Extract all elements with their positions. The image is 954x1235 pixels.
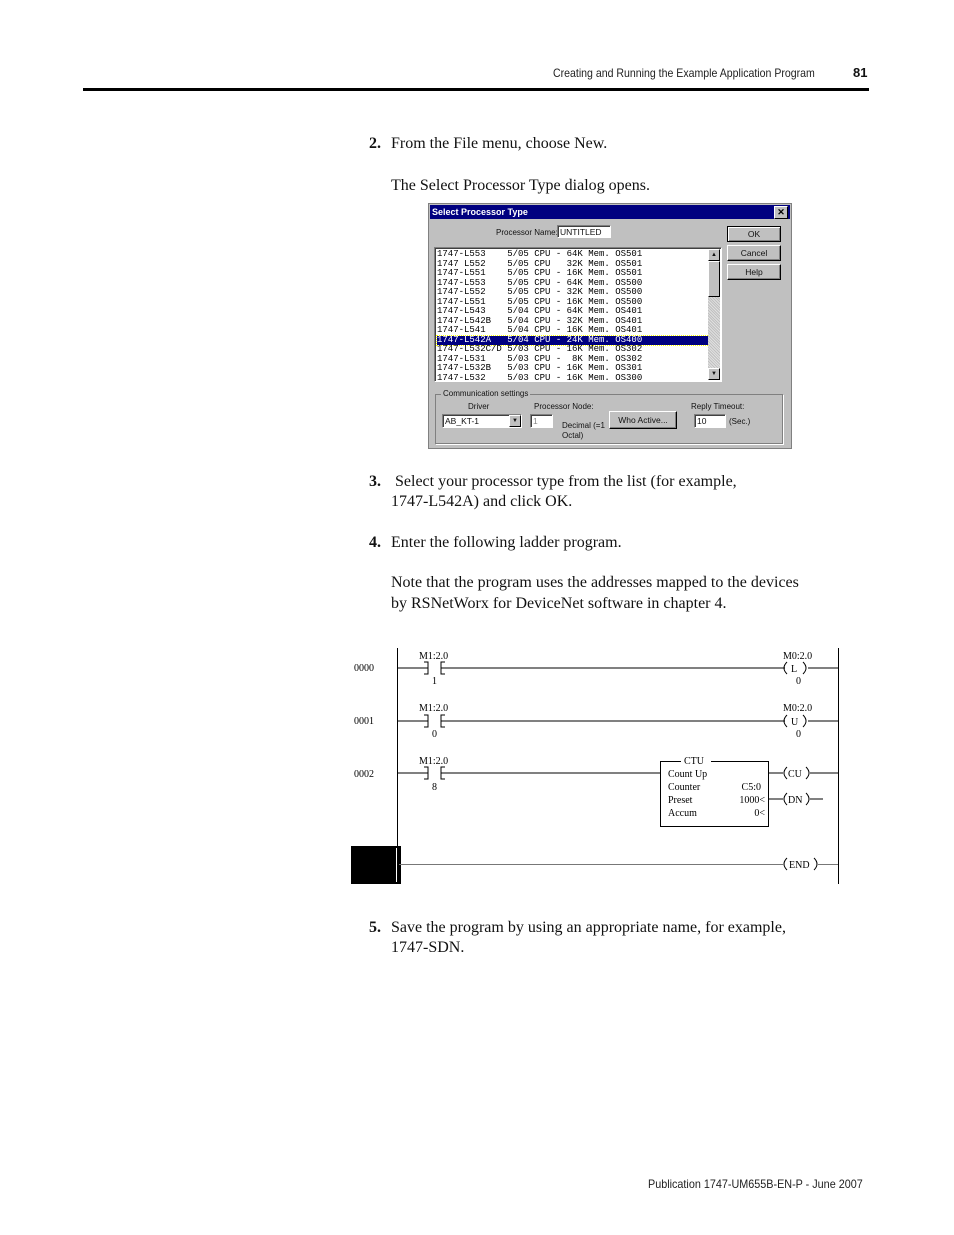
step-2-note: The Select Processor Type dialog opens. <box>391 177 650 194</box>
header-rule <box>83 88 869 91</box>
step-number: 3. <box>369 473 381 490</box>
coil-type: L <box>791 664 797 675</box>
rung-cursor-block <box>351 846 401 884</box>
dn-left-paren <box>783 792 788 806</box>
coil-left-paren <box>783 714 788 728</box>
step-number: 4. <box>369 534 381 551</box>
counter-label: Counter <box>668 782 701 793</box>
cu-left-paren <box>783 766 788 780</box>
ladder-diagram: 0000 M1:2.0 1 M0:2.0 L 0 0001 M1:2.0 0 M… <box>340 640 860 890</box>
rung-0001[interactable]: 0001 M1:2.0 0 M0:2.0 U 0 <box>354 703 838 740</box>
page-number: 81 <box>853 65 868 80</box>
step-2: 2. From the File menu, choose New. <box>369 134 607 154</box>
processor-node-label: Processor Node: <box>534 402 594 411</box>
preset-value: 1000< <box>739 795 765 806</box>
step-4-note-line-2: by RSNetWorx for DeviceNet software in c… <box>391 595 727 612</box>
rung-number: 0002 <box>354 769 374 780</box>
dn-right-paren <box>805 792 810 806</box>
end-label: END <box>789 860 810 871</box>
comm-group-label: Communication settings <box>441 389 531 398</box>
rung-0000[interactable]: 0000 M1:2.0 1 M0:2.0 L 0 <box>354 651 838 687</box>
accum-value: 0< <box>754 808 765 819</box>
timeout-unit: (Sec.) <box>729 417 751 426</box>
coil-right-paren <box>802 661 807 675</box>
driver-value: AB_KT-1 <box>445 416 480 426</box>
coil-type: U <box>791 717 799 728</box>
step-5-line-2: 1747-SDN. <box>391 939 465 956</box>
list-scrollbar[interactable]: ▲ ▼ <box>708 249 720 380</box>
contact-address: M1:2.0 <box>419 703 448 714</box>
dialog-title: Select Processor Type <box>432 207 528 217</box>
step-number: 2. <box>369 135 381 152</box>
running-header-title: Creating and Running the Example Applica… <box>553 66 815 80</box>
rung-number: 0001 <box>354 716 374 727</box>
select-processor-type-dialog: Select Processor Type ✕ Processor Name: … <box>428 203 792 449</box>
accum-label: Accum <box>668 808 697 819</box>
step-4-note-line-1: Note that the program uses the addresses… <box>391 574 799 591</box>
ok-button[interactable]: OK <box>727 226 781 242</box>
step-3-line-2: 1747-L542A) and click OK. <box>391 493 573 510</box>
end-right-paren <box>813 857 818 871</box>
node-hint-octal: Octal) <box>562 431 584 440</box>
step-text: Select your processor type from the list… <box>391 473 737 490</box>
cancel-button[interactable]: Cancel <box>727 245 781 261</box>
processor-list-item[interactable]: 1747-L532 5/03 CPU - 16K Mem. OS300 <box>437 373 709 381</box>
who-active-button[interactable]: Who Active... <box>609 411 677 429</box>
preset-label: Preset <box>668 795 693 806</box>
scroll-up-icon[interactable]: ▲ <box>708 249 720 261</box>
reply-timeout-label: Reply Timeout: <box>691 402 745 411</box>
rung-number: 0000 <box>354 663 374 674</box>
end-left-paren <box>783 857 788 871</box>
contact-bit: 0 <box>432 729 437 740</box>
contact-bit: 1 <box>432 676 437 687</box>
step-text: Save the program by using an appropriate… <box>391 919 786 936</box>
coil-address: M0:2.0 <box>783 651 812 662</box>
step-number: 5. <box>369 919 381 936</box>
cu-right-paren <box>805 766 810 780</box>
driver-select[interactable]: AB_KT-1 ▼ <box>442 414 522 428</box>
rung-0002[interactable]: 0002 M1:2.0 8 CTU Count Up Counter C5:0 … <box>354 756 838 827</box>
coil-bit: 0 <box>796 676 801 687</box>
contact-bit: 8 <box>432 782 437 793</box>
step-text: Enter the following ladder program. <box>391 534 622 551</box>
processor-name-label: Processor Name: <box>496 228 558 237</box>
counter-value: C5:0 <box>742 782 761 793</box>
coil-bit: 0 <box>796 729 801 740</box>
dn-coil-label: DN <box>788 795 802 806</box>
step-text: From the File menu, choose New. <box>391 135 608 152</box>
step-5: 5. Save the program by using an appropria… <box>369 918 786 938</box>
help-button[interactable]: Help <box>727 264 781 280</box>
ctu-description: Count Up <box>668 769 707 780</box>
close-icon[interactable]: ✕ <box>774 206 788 219</box>
ctu-title: CTU <box>684 756 705 767</box>
step-4: 4. Enter the following ladder program. <box>369 533 622 553</box>
node-hint-decimal: Decimal (=1 <box>562 421 605 430</box>
dropdown-arrow-icon[interactable]: ▼ <box>509 415 521 427</box>
scroll-thumb[interactable] <box>708 261 720 297</box>
contact-address: M1:2.0 <box>419 756 448 767</box>
dialog-title-bar: Select Processor Type ✕ <box>430 205 790 219</box>
end-rung[interactable]: END <box>351 846 838 884</box>
contact-address: M1:2.0 <box>419 651 448 662</box>
reply-timeout-input[interactable]: 10 <box>694 414 726 428</box>
cu-coil-label: CU <box>788 769 803 780</box>
processor-node-input[interactable]: 1 <box>530 414 553 428</box>
coil-address: M0:2.0 <box>783 703 812 714</box>
publication-footer: Publication 1747-UM655B-EN-P - June 2007 <box>648 1177 863 1191</box>
processor-list[interactable]: 1747-L553 5/05 CPU - 64K Mem. OS501 1747 … <box>434 247 722 382</box>
coil-right-paren <box>802 714 807 728</box>
scroll-down-icon[interactable]: ▼ <box>708 368 720 380</box>
step-3: 3. Select your processor type from the l… <box>369 472 737 492</box>
processor-name-input[interactable]: UNTITLED <box>557 225 611 238</box>
driver-label: Driver <box>468 402 490 411</box>
